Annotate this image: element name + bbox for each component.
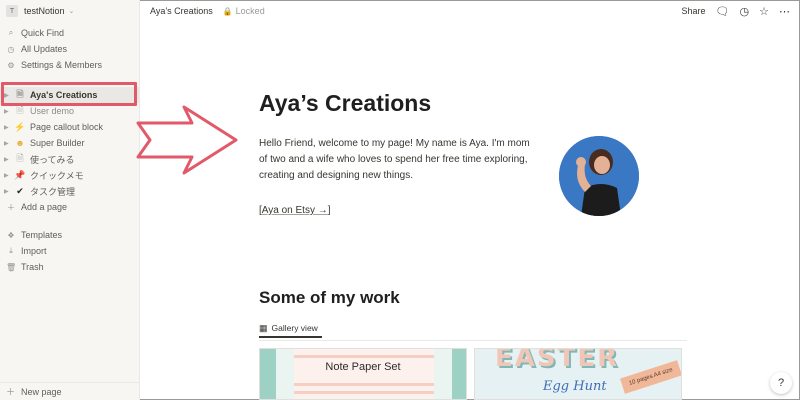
clock-icon: ◷ (7, 44, 15, 54)
import-icon: ⤓ (9, 246, 13, 255)
expand-triangle-icon[interactable]: ▶ (4, 140, 12, 147)
sidebar-item-label: Trash (21, 262, 44, 272)
workspace-name: testNotion (24, 6, 65, 16)
more-icon[interactable]: ⋯ (779, 5, 790, 18)
sidebar-page-label: User demo (30, 106, 75, 116)
expand-triangle-icon[interactable]: ▶ (4, 108, 12, 115)
search-icon: ⌕ (8, 28, 14, 37)
gallery-grid-icon: ▦ (259, 322, 268, 333)
expand-triangle-icon[interactable]: ▶ (4, 92, 12, 99)
card-decoration (294, 383, 434, 386)
gallery-card-note-paper[interactable]: Note Paper Set (259, 348, 467, 400)
sidebar-page-label: Super Builder (30, 138, 85, 148)
plus-icon: ＋ (6, 387, 16, 397)
plus-icon: ＋ (7, 202, 15, 212)
sidebar-page-label: クイックメモ (30, 170, 84, 181)
sidebar-page-task-management[interactable]: ▶ ✔ タスク管理 (0, 183, 139, 199)
sidebar-item-import[interactable]: ⤓ Import (0, 243, 139, 259)
card-decoration (260, 349, 276, 399)
workspace-avatar: T (6, 5, 18, 17)
sidebar-item-all-updates[interactable]: ◷ All Updates (0, 41, 139, 57)
trash-icon: 🗑 (6, 262, 17, 272)
sidebar-item-settings[interactable]: ⚙ Settings & Members (0, 57, 139, 73)
check-icon: ✔ (16, 185, 24, 196)
tab-gallery-view[interactable]: ▦ Gallery view (259, 320, 322, 338)
lock-icon: 🔒 (222, 6, 233, 16)
gear-icon: ⚙ (7, 60, 15, 70)
help-button[interactable]: ? (770, 372, 792, 394)
sidebar-page-label: 使ってみる (30, 154, 75, 165)
profile-photo[interactable] (559, 136, 639, 216)
sidebar-item-label: Templates (21, 230, 63, 240)
tab-divider (259, 340, 687, 341)
comment-icon[interactable]: 🗨 (716, 5, 730, 18)
sidebar-page-label: Page callout block (30, 122, 104, 132)
breadcrumb[interactable]: Aya’s Creations (150, 6, 213, 16)
etsy-link[interactable]: Aya on Etsy → (262, 205, 328, 216)
page-content: Aya’s Creations Hello Friend, welcome to… (259, 0, 689, 400)
card-subtitle: Egg Hunt (543, 379, 607, 394)
card-decoration (452, 349, 466, 399)
workspace-switcher[interactable]: T testNotion ⌄ (0, 0, 139, 22)
card-decoration (294, 391, 434, 394)
star-icon[interactable]: ☆ (759, 5, 769, 18)
pin-icon: 📌 (14, 169, 26, 180)
bracket-close: ] (327, 205, 331, 216)
top-actions: Share 🗨 ◷ ☆ ⋯ (682, 5, 790, 18)
sidebar-item-label: Quick Find (21, 28, 65, 38)
expand-triangle-icon[interactable]: ▶ (4, 124, 12, 131)
history-icon[interactable]: ◷ (740, 5, 750, 18)
expand-triangle-icon[interactable]: ▶ (4, 156, 12, 163)
expand-triangle-icon[interactable]: ▶ (4, 172, 12, 179)
add-page-label: Add a page (21, 202, 68, 212)
sidebar-page-quick-memo[interactable]: ▶ 📌 クイックメモ (0, 167, 139, 183)
profile-photo-illustration (559, 136, 639, 216)
page-title[interactable]: Aya’s Creations (259, 90, 431, 117)
templates-icon: ❖ (7, 230, 15, 240)
sidebar-page-tsukattemiru[interactable]: ▶ 🗎 使ってみる (0, 151, 139, 167)
card-title: EASTER (495, 348, 620, 373)
sidebar-page-label: タスク管理 (30, 186, 76, 197)
etsy-line: [Aya on Etsy →] (259, 205, 331, 216)
expand-triangle-icon[interactable]: ▶ (4, 188, 12, 195)
sidebar-item-quick-find[interactable]: ⌕ Quick Find (0, 25, 139, 41)
card-decoration (294, 355, 434, 358)
sidebar: T testNotion ⌄ ⌕ Quick Find ◷ All Update… (0, 0, 140, 400)
sidebar-item-label: Import (21, 246, 47, 256)
card-ribbon: 10 pages A4 size (619, 360, 681, 394)
section-heading[interactable]: Some of my work (259, 288, 400, 308)
lightning-icon: ⚡ (14, 121, 26, 132)
sidebar-item-trash[interactable]: 🗑 Trash (0, 259, 139, 275)
new-page-button[interactable]: ＋ New page (0, 382, 139, 400)
sidebar-item-label: All Updates (21, 44, 68, 54)
sidebar-item-templates[interactable]: ❖ Templates (0, 227, 139, 243)
document-icon: 🗎 (16, 153, 24, 163)
add-page-button[interactable]: ＋ Add a page (0, 199, 139, 215)
new-page-label: New page (21, 386, 62, 397)
sidebar-page-label: Aya's Creations (30, 90, 98, 100)
sidebar-page-user-demo[interactable]: ▶ 🗎 User demo (0, 103, 139, 119)
smiley-icon: ☻ (15, 138, 25, 148)
card-title: Note Paper Set (325, 361, 401, 373)
sidebar-page-super-builder[interactable]: ▶ ☻ Super Builder (0, 135, 139, 151)
gallery-tab-label: Gallery view (271, 323, 318, 333)
document-icon: 🗎 (16, 89, 24, 99)
sidebar-item-label: Settings & Members (21, 60, 103, 70)
document-icon: 🗎 (16, 105, 24, 115)
sidebar-page-ayas-creations[interactable]: ▶ 🗎 Aya's Creations (0, 87, 139, 103)
arrow-annotation (136, 105, 238, 175)
sidebar-page-callout-block[interactable]: ▶ ⚡ Page callout block (0, 119, 139, 135)
gallery-card-easter[interactable]: EASTER Egg Hunt 10 pages A4 size (474, 348, 682, 400)
chevron-updown-icon: ⌄ (68, 8, 75, 15)
intro-paragraph[interactable]: Hello Friend, welcome to my page! My nam… (259, 136, 539, 184)
